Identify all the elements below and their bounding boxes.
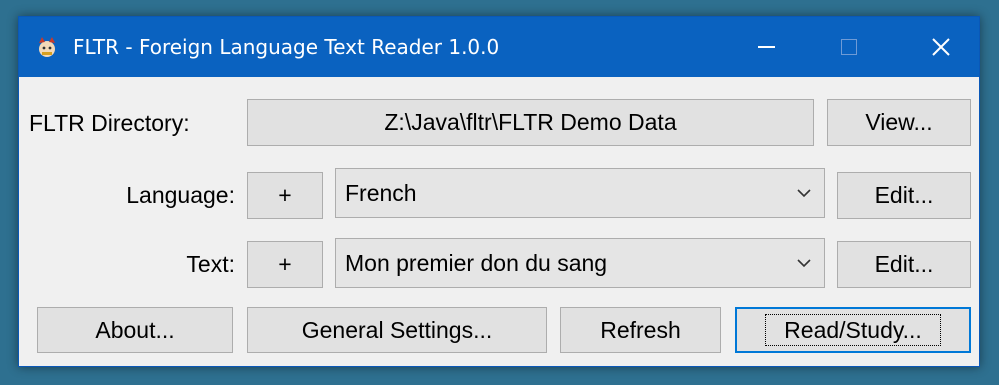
text-selected-value: Mon premier don du sang	[345, 250, 608, 276]
fltr-app-icon	[39, 37, 55, 57]
general-settings-button[interactable]: General Settings...	[247, 307, 547, 353]
directory-label: FLTR Directory:	[29, 110, 190, 136]
edit-language-button[interactable]: Edit...	[837, 172, 971, 219]
add-language-button[interactable]: +	[247, 172, 323, 219]
text-select[interactable]: Mon premier don du sang	[335, 238, 825, 288]
language-select[interactable]: French	[335, 168, 825, 218]
chevron-down-icon	[797, 189, 811, 198]
fltr-window: FLTR - Foreign Language Text Reader 1.0.…	[18, 16, 980, 367]
maximize-button[interactable]	[813, 17, 885, 77]
view-directory-button[interactable]: View...	[827, 99, 971, 146]
minimize-icon	[757, 46, 775, 48]
maximize-icon	[841, 39, 857, 55]
edit-text-button[interactable]: Edit...	[837, 241, 971, 288]
read-study-label: Read/Study...	[765, 314, 941, 346]
language-selected-value: French	[345, 180, 417, 206]
directory-path-button[interactable]: Z:\Java\fltr\FLTR Demo Data	[247, 99, 814, 146]
text-label: Text:	[186, 251, 235, 277]
add-text-button[interactable]: +	[247, 241, 323, 288]
about-button[interactable]: About...	[37, 307, 233, 353]
title-bar[interactable]: FLTR - Foreign Language Text Reader 1.0.…	[19, 17, 979, 77]
close-button[interactable]	[905, 17, 977, 77]
refresh-button[interactable]: Refresh	[560, 307, 721, 353]
window-title: FLTR - Foreign Language Text Reader 1.0.…	[73, 35, 500, 59]
chevron-down-icon	[797, 259, 811, 268]
main-panel: FLTR Directory: Z:\Java\fltr\FLTR Demo D…	[19, 77, 979, 366]
close-icon	[932, 38, 950, 56]
minimize-button[interactable]	[730, 17, 802, 77]
read-study-button[interactable]: Read/Study...	[735, 307, 971, 353]
language-label: Language:	[126, 182, 235, 208]
